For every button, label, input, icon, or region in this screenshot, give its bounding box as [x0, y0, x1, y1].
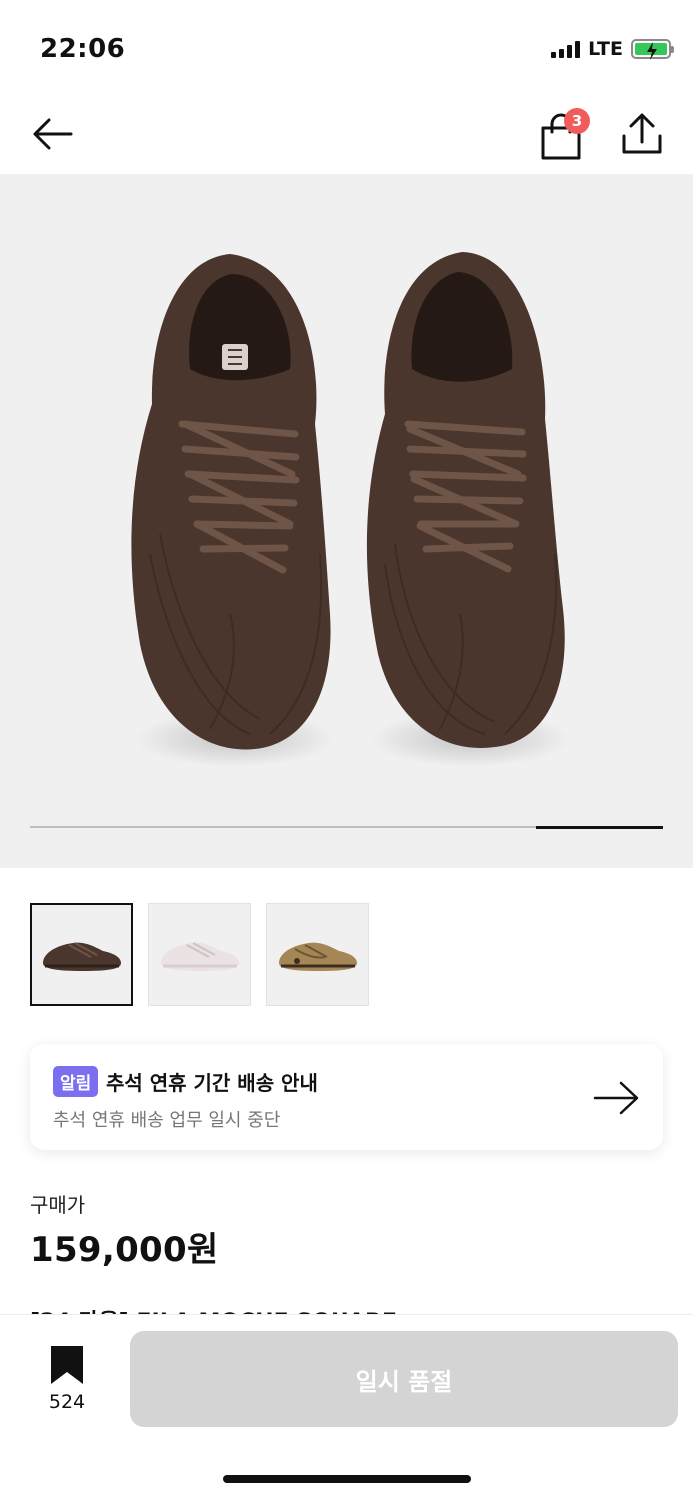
arrow-right-icon [593, 1081, 639, 1115]
cart-count-badge: 3 [564, 108, 590, 134]
color-thumbnails [30, 903, 369, 1006]
carousel-progress [30, 825, 663, 829]
notice-subtitle: 추석 연휴 배송 업무 일시 중단 [53, 1110, 281, 1131]
cart-button[interactable]: 3 [536, 106, 592, 160]
bookmark-icon [51, 1346, 83, 1384]
price-value: 159,000원 [30, 1230, 219, 1270]
right-shoe [366, 252, 565, 748]
bookmark-count: 524 [48, 1391, 86, 1413]
carousel-progress-fill [536, 825, 663, 829]
status-bar: 22:06 LTE [0, 0, 693, 90]
price-label: 구매가 [30, 1193, 86, 1217]
notice-badge: 알림 [53, 1066, 99, 1097]
share-button[interactable] [618, 110, 666, 158]
product-image-carousel[interactable] [0, 174, 693, 868]
product-image [131, 252, 570, 767]
notice-card[interactable]: 알림 추석 연휴 기간 배송 안내 추석 연휴 배송 업무 일시 중단 [30, 1044, 663, 1150]
battery-icon [631, 39, 674, 60]
thumbnail-pink[interactable] [148, 903, 251, 1006]
bookmark-button[interactable]: 524 [40, 1345, 94, 1415]
signal-icon [551, 40, 581, 58]
top-nav: 3 [0, 92, 693, 174]
bottom-action-bar: 524 일시 품절 [0, 1314, 693, 1500]
notice-title: 추석 연휴 기간 배송 안내 [106, 1071, 318, 1095]
network-label: LTE [588, 38, 623, 60]
product-title: [24 가을] FILA MOCHE SQUARE [30, 1300, 550, 1314]
status-indicators: LTE [551, 38, 674, 60]
back-arrow-icon [33, 118, 73, 150]
left-shoe [131, 254, 331, 750]
status-time: 22:06 [40, 34, 126, 64]
thumbnail-tan[interactable] [266, 903, 369, 1006]
back-button[interactable] [28, 112, 76, 156]
share-icon [622, 113, 662, 154]
thumbnail-brown[interactable] [30, 903, 133, 1006]
sold-out-button[interactable]: 일시 품절 [130, 1331, 678, 1427]
home-indicator [223, 1475, 471, 1483]
